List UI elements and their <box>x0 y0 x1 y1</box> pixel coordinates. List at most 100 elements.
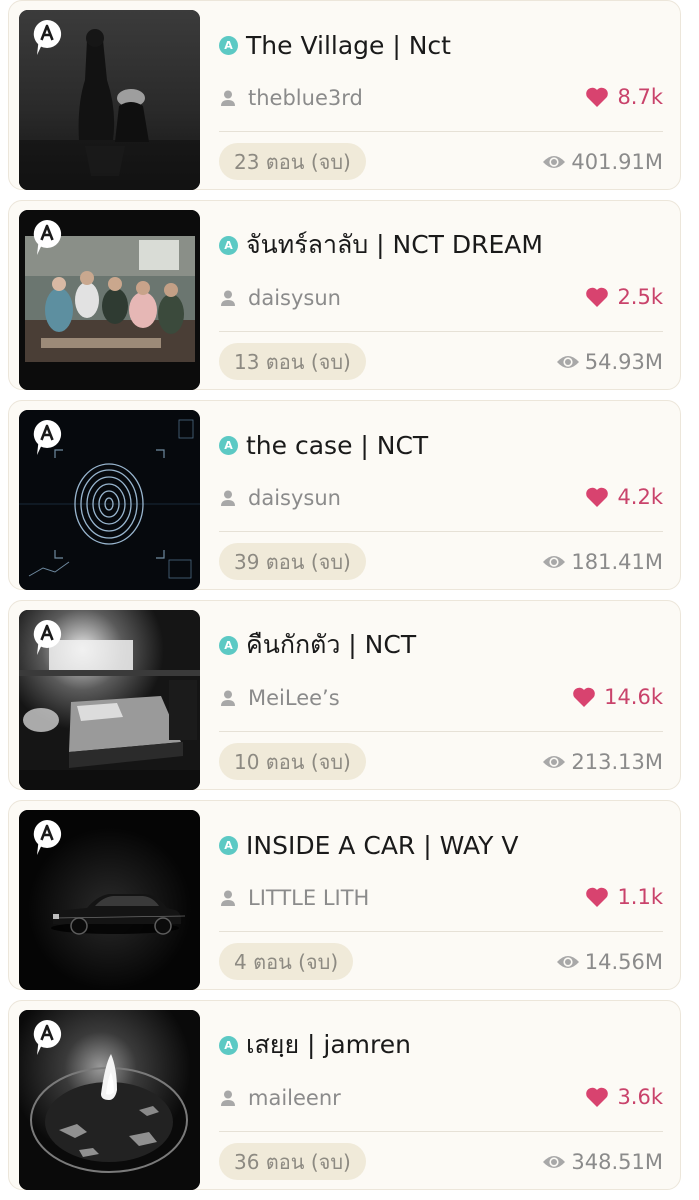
likes-value: 2.5k <box>617 285 663 309</box>
story-list: A The Village | Nct theblue3rd 8.7k 23 ต… <box>0 0 699 1200</box>
story-title-row[interactable]: A INSIDE A CAR | WAY V <box>219 827 669 863</box>
a-badge-icon <box>33 619 62 655</box>
eye-icon <box>543 756 566 768</box>
author-row[interactable]: daisysun <box>221 284 341 312</box>
views-value: 401.91M <box>571 150 663 174</box>
heart-icon <box>586 887 609 907</box>
story-card[interactable]: A INSIDE A CAR | WAY V LITTLE LITH 1.1k … <box>0 800 699 1000</box>
divider <box>219 731 663 732</box>
title-badge-icon: A <box>219 235 238 255</box>
likes-count: 14.6k <box>572 682 663 712</box>
divider <box>219 1131 663 1132</box>
view-count: 14.56M <box>556 946 663 978</box>
a-badge-icon <box>33 419 62 455</box>
story-title[interactable]: จันทร์ลาลับ | NCT DREAM <box>246 225 543 265</box>
divider <box>219 131 663 132</box>
story-title-row[interactable]: A เสยฺย | jamren <box>219 1027 669 1063</box>
story-card[interactable]: A the case | NCT daisysun 4.2k 39 ตอน (จ… <box>0 400 699 600</box>
person-icon <box>221 290 235 306</box>
a-badge-icon <box>33 219 62 255</box>
view-count: 401.91M <box>542 146 663 178</box>
story-cover[interactable] <box>19 810 200 990</box>
likes-value: 4.2k <box>617 485 663 509</box>
heart-icon <box>586 287 609 307</box>
likes-count: 1.1k <box>585 882 663 912</box>
views-value: 14.56M <box>584 950 663 974</box>
likes-value: 14.6k <box>604 685 663 709</box>
view-count: 213.13M <box>542 746 663 778</box>
episode-count-pill: 23 ตอน (จบ) <box>219 143 366 180</box>
heart-icon <box>586 87 609 107</box>
story-card[interactable]: A เสยฺย | jamren maileenr 3.6k 36 ตอน (จ… <box>0 1000 699 1200</box>
view-count: 54.93M <box>556 346 663 378</box>
story-title-row[interactable]: A จันทร์ลาลับ | NCT DREAM <box>219 227 669 263</box>
person-icon <box>221 1090 235 1106</box>
likes-value: 8.7k <box>617 85 663 109</box>
episode-count-pill: 13 ตอน (จบ) <box>219 343 366 380</box>
episode-count-pill: 36 ตอน (จบ) <box>219 1143 366 1180</box>
divider <box>219 531 663 532</box>
story-card[interactable]: A คืนกักตัว | NCT MeiLee’s 14.6k 10 ตอน … <box>0 600 699 800</box>
story-card[interactable]: A The Village | Nct theblue3rd 8.7k 23 ต… <box>0 0 699 200</box>
author-row[interactable]: LITTLE LITH <box>221 884 369 912</box>
person-icon <box>221 890 235 906</box>
author-row[interactable]: maileenr <box>221 1084 341 1112</box>
likes-count: 8.7k <box>585 82 663 112</box>
story-cover[interactable] <box>19 610 200 790</box>
story-cover[interactable] <box>19 210 200 390</box>
likes-count: 3.6k <box>585 1082 663 1112</box>
person-icon <box>221 490 235 506</box>
story-title[interactable]: INSIDE A CAR | WAY V <box>246 831 518 860</box>
views-value: 181.41M <box>571 550 663 574</box>
a-badge-icon <box>33 19 62 55</box>
person-icon <box>221 90 235 106</box>
story-card[interactable]: A จันทร์ลาลับ | NCT DREAM daisysun 2.5k … <box>0 200 699 400</box>
eye-icon <box>543 556 566 568</box>
title-badge-icon: A <box>219 635 238 655</box>
story-title-row[interactable]: A the case | NCT <box>219 427 669 463</box>
title-badge-icon: A <box>219 35 238 55</box>
eye-icon <box>556 356 579 368</box>
story-cover[interactable] <box>19 410 200 590</box>
story-title-row[interactable]: A The Village | Nct <box>219 27 669 63</box>
episode-count-pill: 4 ตอน (จบ) <box>219 943 354 980</box>
author-name[interactable]: daisysun <box>248 486 341 510</box>
story-title[interactable]: คืนกักตัว | NCT <box>246 625 416 665</box>
author-row[interactable]: theblue3rd <box>221 84 363 112</box>
author-name[interactable]: MeiLee’s <box>248 686 340 710</box>
heart-icon <box>586 1087 609 1107</box>
author-row[interactable]: MeiLee’s <box>221 684 340 712</box>
author-name[interactable]: theblue3rd <box>248 86 363 110</box>
story-cover[interactable] <box>19 1010 200 1190</box>
likes-value: 3.6k <box>617 1085 663 1109</box>
heart-icon <box>573 687 595 707</box>
story-title[interactable]: เสยฺย | jamren <box>246 1025 411 1065</box>
view-count: 181.41M <box>542 546 663 578</box>
heart-icon <box>586 487 609 507</box>
author-name[interactable]: LITTLE LITH <box>248 886 369 910</box>
view-count: 348.51M <box>542 1146 663 1178</box>
eye-icon <box>543 1156 566 1168</box>
eye-icon <box>543 156 566 168</box>
story-title-row[interactable]: A คืนกักตัว | NCT <box>219 627 669 663</box>
divider <box>219 931 663 932</box>
likes-count: 4.2k <box>585 482 663 512</box>
divider <box>219 331 663 332</box>
author-name[interactable]: daisysun <box>248 286 341 310</box>
title-badge-icon: A <box>219 835 238 855</box>
person-icon <box>221 690 235 706</box>
story-title[interactable]: The Village | Nct <box>246 31 451 60</box>
likes-value: 1.1k <box>617 885 663 909</box>
title-badge-icon: A <box>219 435 238 455</box>
views-value: 213.13M <box>571 750 663 774</box>
author-name[interactable]: maileenr <box>248 1086 341 1110</box>
views-value: 348.51M <box>571 1150 663 1174</box>
story-cover[interactable] <box>19 10 200 190</box>
story-title[interactable]: the case | NCT <box>246 431 428 460</box>
episode-count-pill: 39 ตอน (จบ) <box>219 543 366 580</box>
author-row[interactable]: daisysun <box>221 484 341 512</box>
title-badge-icon: A <box>219 1035 238 1055</box>
episode-count-pill: 10 ตอน (จบ) <box>219 743 366 780</box>
views-value: 54.93M <box>584 350 663 374</box>
a-badge-icon <box>33 819 62 855</box>
